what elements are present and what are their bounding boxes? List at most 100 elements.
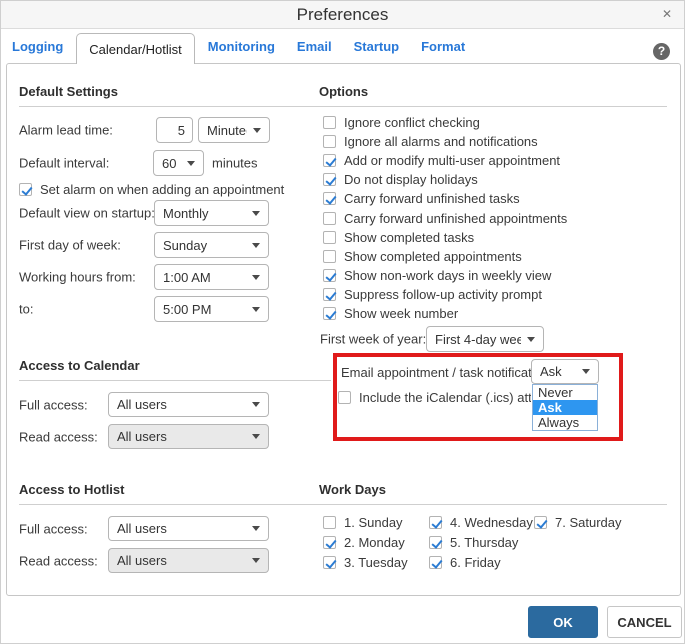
working-to-row: to: 5:00 PM [19, 296, 331, 322]
chevron-down-icon [252, 242, 260, 248]
dialog-title: Preferences [296, 5, 389, 24]
work-day-checkbox[interactable] [429, 556, 442, 569]
email-notification-label: Email appointment / task notification: [341, 365, 553, 380]
option-row: Carry forward unfinished tasks [323, 190, 520, 207]
calendar-read-access-row: Read access: All users [19, 424, 331, 449]
calendar-full-access-row: Full access: All users [19, 392, 331, 417]
set-alarm-checkbox[interactable] [19, 183, 32, 196]
work-days-heading: Work Days [319, 482, 667, 505]
option-row: Ignore conflict checking [323, 114, 480, 131]
ics-attachment-label: Include the iCalendar (.ics) attachm [359, 390, 531, 405]
option-checkbox[interactable] [323, 231, 336, 244]
work-day-checkbox[interactable] [429, 516, 442, 529]
first-week-dropdown[interactable]: First 4-day week [426, 326, 544, 352]
work-day-checkbox[interactable] [323, 516, 336, 529]
chevron-down-icon [252, 274, 260, 280]
title-bar: Preferences ✕ [1, 1, 684, 29]
dropdown-option-always[interactable]: Always [533, 415, 597, 430]
default-interval-row: Default interval: 60 minutes [19, 150, 331, 176]
set-alarm-label: Set alarm on when adding an appointment [40, 182, 285, 197]
options-heading: Options [319, 84, 667, 107]
chevron-down-icon [252, 210, 260, 216]
close-icon[interactable]: ✕ [662, 7, 672, 21]
hotlist-read-access-dropdown[interactable]: All users [108, 548, 269, 573]
ok-button[interactable]: OK [528, 606, 598, 638]
default-interval-dropdown[interactable]: 60 [153, 150, 204, 176]
work-day-row: 2. Monday [323, 534, 405, 551]
alarm-lead-time-input[interactable] [156, 117, 193, 143]
work-day-checkbox[interactable] [323, 556, 336, 569]
tab-monitoring[interactable]: Monitoring [197, 39, 286, 54]
first-week-label: First week of year: [320, 331, 427, 347]
dropdown-option-ask[interactable]: Ask [533, 400, 597, 415]
calendar-full-access-label: Full access: [19, 397, 88, 412]
working-to-label: to: [19, 301, 34, 317]
default-view-dropdown[interactable]: Monthly [154, 200, 269, 226]
default-interval-label: Default interval: [19, 155, 110, 171]
chevron-down-icon [253, 127, 261, 133]
option-row: Add or modify multi-user appointment [323, 152, 560, 169]
hotlist-read-access-label: Read access: [19, 553, 98, 568]
working-from-dropdown[interactable]: 1:00 AM [154, 264, 269, 290]
work-day-checkbox[interactable] [323, 536, 336, 549]
option-checkbox[interactable] [323, 173, 336, 186]
work-day-row: 5. Thursday [429, 534, 518, 551]
alarm-unit-dropdown[interactable]: Minute( [198, 117, 270, 143]
first-day-row: First day of week: Sunday [19, 232, 331, 258]
chevron-down-icon [252, 306, 260, 312]
option-checkbox[interactable] [323, 135, 336, 148]
access-hotlist-heading: Access to Hotlist [19, 482, 331, 505]
dropdown-option-never[interactable]: Never [533, 385, 597, 400]
alarm-lead-time-label: Alarm lead time: [19, 122, 113, 138]
option-row: Show non-work days in weekly view [323, 267, 551, 284]
chevron-down-icon [252, 434, 260, 439]
calendar-read-access-label: Read access: [19, 429, 98, 444]
option-checkbox[interactable] [323, 307, 336, 320]
tab-startup[interactable]: Startup [343, 39, 411, 54]
chevron-down-icon [527, 336, 535, 342]
ics-attachment-checkbox[interactable] [338, 391, 351, 404]
work-day-checkbox[interactable] [534, 516, 547, 529]
option-checkbox[interactable] [323, 250, 336, 263]
option-checkbox[interactable] [323, 192, 336, 205]
working-to-dropdown[interactable]: 5:00 PM [154, 296, 269, 322]
option-checkbox[interactable] [323, 154, 336, 167]
option-row: Carry forward unfinished appointments [323, 210, 567, 227]
tab-format[interactable]: Format [410, 39, 476, 54]
work-day-checkbox[interactable] [429, 536, 442, 549]
option-checkbox[interactable] [323, 288, 336, 301]
chevron-down-icon [252, 558, 260, 563]
set-alarm-checkbox-row: Set alarm on when adding an appointment [19, 181, 284, 198]
working-from-row: Working hours from: 1:00 AM [19, 264, 331, 290]
tab-email[interactable]: Email [286, 39, 343, 54]
option-checkbox[interactable] [323, 269, 336, 282]
ics-attachment-row: Include the iCalendar (.ics) attachm [338, 389, 531, 406]
default-view-label: Default view on startup: [19, 205, 155, 221]
work-day-row: 4. Wednesday [429, 514, 533, 531]
calendar-read-access-dropdown[interactable]: All users [108, 424, 269, 449]
tab-logging[interactable]: Logging [1, 39, 74, 54]
interval-unit-text: minutes [212, 155, 258, 171]
hotlist-full-access-dropdown[interactable]: All users [108, 516, 269, 541]
chevron-down-icon [252, 526, 260, 531]
option-row: Ignore all alarms and notifications [323, 133, 538, 150]
option-row: Show completed tasks [323, 229, 474, 246]
option-row: Suppress follow-up activity prompt [323, 286, 542, 303]
work-day-row: 1. Sunday [323, 514, 403, 531]
email-notification-dropdown[interactable]: Ask [531, 359, 599, 384]
working-from-label: Working hours from: [19, 269, 136, 285]
alarm-lead-time-row: Alarm lead time: Minute( [19, 117, 331, 143]
cancel-button[interactable]: CANCEL [607, 606, 682, 638]
option-row: Do not display holidays [323, 171, 478, 188]
option-row: Show completed appointments [323, 248, 522, 265]
chevron-down-icon [252, 402, 260, 407]
option-checkbox[interactable] [323, 212, 336, 225]
default-view-row: Default view on startup: Monthly [19, 200, 331, 226]
hotlist-full-access-label: Full access: [19, 521, 88, 536]
option-checkbox[interactable] [323, 116, 336, 129]
tab-calendar-hotlist[interactable]: Calendar/Hotlist [76, 33, 195, 64]
first-day-dropdown[interactable]: Sunday [154, 232, 269, 258]
calendar-full-access-dropdown[interactable]: All users [108, 392, 269, 417]
hotlist-full-access-row: Full access: All users [19, 516, 331, 541]
access-calendar-heading: Access to Calendar [19, 358, 331, 381]
